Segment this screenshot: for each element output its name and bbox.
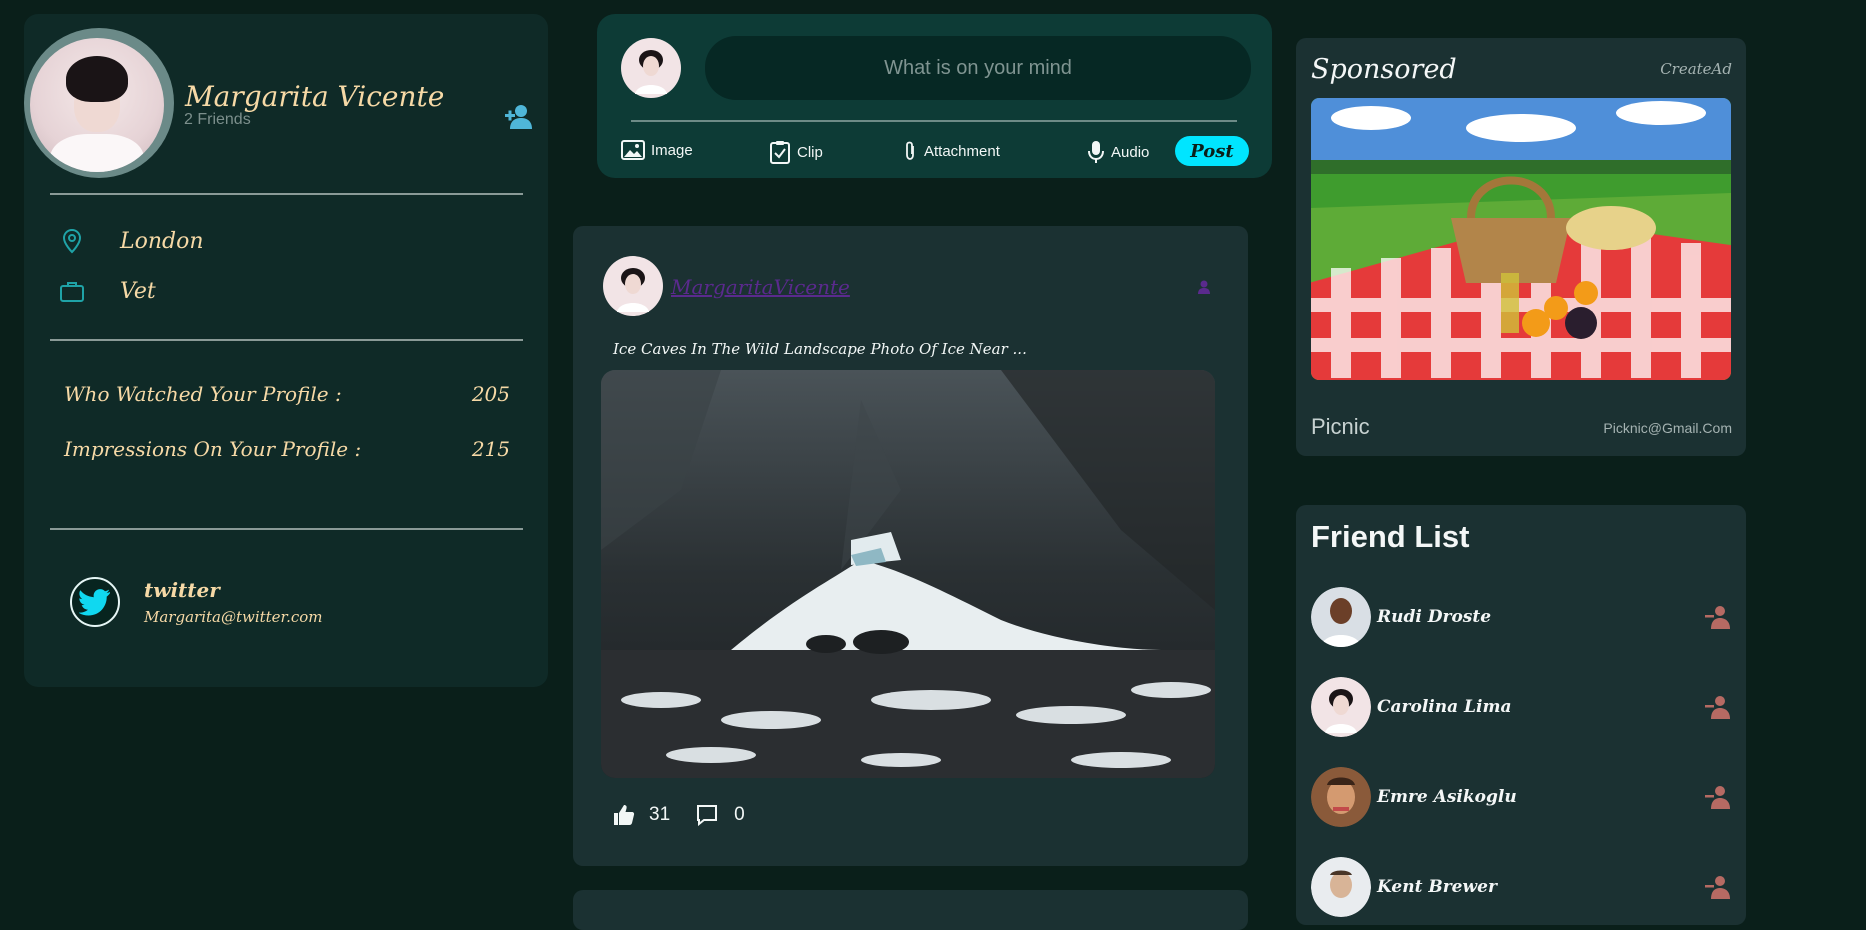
- twitter-icon: [70, 577, 120, 627]
- location-pin-icon: [62, 228, 82, 254]
- stat-label: Impressions On Your Profile :: [64, 437, 362, 461]
- briefcase-icon: [60, 282, 84, 302]
- post-card: MargaritaVicente Ice Caves In The Wild L…: [573, 226, 1248, 866]
- social-network-name: twitter: [144, 578, 220, 602]
- person-icon[interactable]: [1197, 280, 1211, 294]
- location-text: London: [120, 228, 204, 254]
- friend-name: Emre Asikoglu: [1377, 787, 1517, 807]
- post-image[interactable]: [601, 370, 1215, 778]
- post-button[interactable]: Post: [1175, 136, 1249, 166]
- audio-option[interactable]: Audio: [1087, 140, 1149, 164]
- friend-item[interactable]: Rudi Droste: [1311, 587, 1731, 647]
- attachment-option[interactable]: Attachment: [902, 140, 1000, 162]
- like-icon[interactable]: [613, 804, 635, 826]
- sponsored-image[interactable]: [1311, 98, 1731, 380]
- image-option[interactable]: Image: [621, 140, 693, 160]
- profile-friends-count: 2 Friends: [184, 111, 251, 128]
- friend-list-title: Friend List: [1311, 519, 1470, 554]
- friend-item[interactable]: Emre Asikoglu: [1311, 767, 1731, 827]
- friend-avatar: [1311, 857, 1371, 917]
- location-row: London: [58, 227, 204, 255]
- divider: [50, 528, 523, 530]
- attachment-option-label: Attachment: [924, 142, 1000, 160]
- create-ad-link[interactable]: CreateAd: [1660, 60, 1732, 78]
- remove-friend-icon[interactable]: [1705, 604, 1731, 630]
- profile-views-stat: Who Watched Your Profile : 205: [64, 382, 510, 406]
- comment-icon[interactable]: [696, 804, 718, 826]
- status-input[interactable]: [705, 36, 1251, 100]
- divider: [50, 193, 523, 195]
- friend-item[interactable]: Kent Brewer: [1311, 857, 1731, 917]
- impressions-stat: Impressions On Your Profile : 215: [64, 437, 510, 461]
- next-post-card: [573, 890, 1248, 930]
- stat-label: Who Watched Your Profile :: [64, 382, 342, 406]
- post-actions: 31 0: [613, 804, 745, 826]
- occupation-text: Vet: [120, 278, 156, 304]
- friend-avatar: [1311, 677, 1371, 737]
- sponsored-title: Sponsored: [1311, 54, 1457, 85]
- remove-friend-icon[interactable]: [1705, 784, 1731, 810]
- composer-divider: [631, 120, 1237, 122]
- clipboard-icon: [770, 141, 790, 164]
- post-composer: Image Clip Attachment Audio Post: [597, 14, 1272, 178]
- microphone-icon: [1088, 141, 1104, 163]
- remove-friend-icon[interactable]: [1705, 874, 1731, 900]
- image-icon: [621, 140, 645, 160]
- image-option-label: Image: [651, 141, 693, 159]
- sponsor-name: Picnic: [1311, 414, 1370, 439]
- profile-card: Margarita Vicente 2 Friends London Vet W…: [24, 14, 548, 687]
- stat-value: 215: [471, 437, 510, 461]
- friend-name: Rudi Droste: [1377, 607, 1492, 627]
- occupation-row: Vet: [58, 277, 156, 305]
- comment-count: 0: [734, 804, 745, 825]
- friend-avatar: [1311, 767, 1371, 827]
- post-author-avatar[interactable]: [603, 256, 663, 316]
- friend-name: Carolina Lima: [1377, 697, 1512, 717]
- audio-option-label: Audio: [1111, 143, 1150, 161]
- sponsored-card: Sponsored CreateAd Picnic Picknic@Gmail.…: [1296, 38, 1746, 456]
- post-author-link[interactable]: MargaritaVicente: [671, 275, 850, 299]
- friend-list-card: Friend List Rudi Droste Carolina Lima Em…: [1296, 505, 1746, 925]
- post-description: Ice Caves In The Wild Landscape Photo Of…: [613, 340, 1027, 358]
- friend-item[interactable]: Carolina Lima: [1311, 677, 1731, 737]
- remove-friend-icon[interactable]: [1705, 694, 1731, 720]
- composer-avatar: [621, 38, 681, 98]
- clip-option-label: Clip: [797, 143, 823, 161]
- paperclip-icon: [906, 141, 914, 160]
- sponsor-email[interactable]: Picknic@Gmail.Com: [1603, 420, 1732, 436]
- profile-avatar[interactable]: [30, 38, 164, 172]
- twitter-link[interactable]: twitter Margarita@twitter.com: [70, 577, 323, 627]
- add-friend-icon[interactable]: [504, 102, 534, 132]
- divider: [50, 339, 523, 341]
- friend-name: Kent Brewer: [1377, 877, 1497, 897]
- stat-value: 205: [471, 382, 510, 406]
- clip-option[interactable]: Clip: [769, 140, 823, 164]
- profile-name: Margarita Vicente: [185, 80, 445, 113]
- like-count: 31: [649, 804, 671, 825]
- social-handle: Margarita@twitter.com: [144, 608, 323, 626]
- friend-avatar: [1311, 587, 1371, 647]
